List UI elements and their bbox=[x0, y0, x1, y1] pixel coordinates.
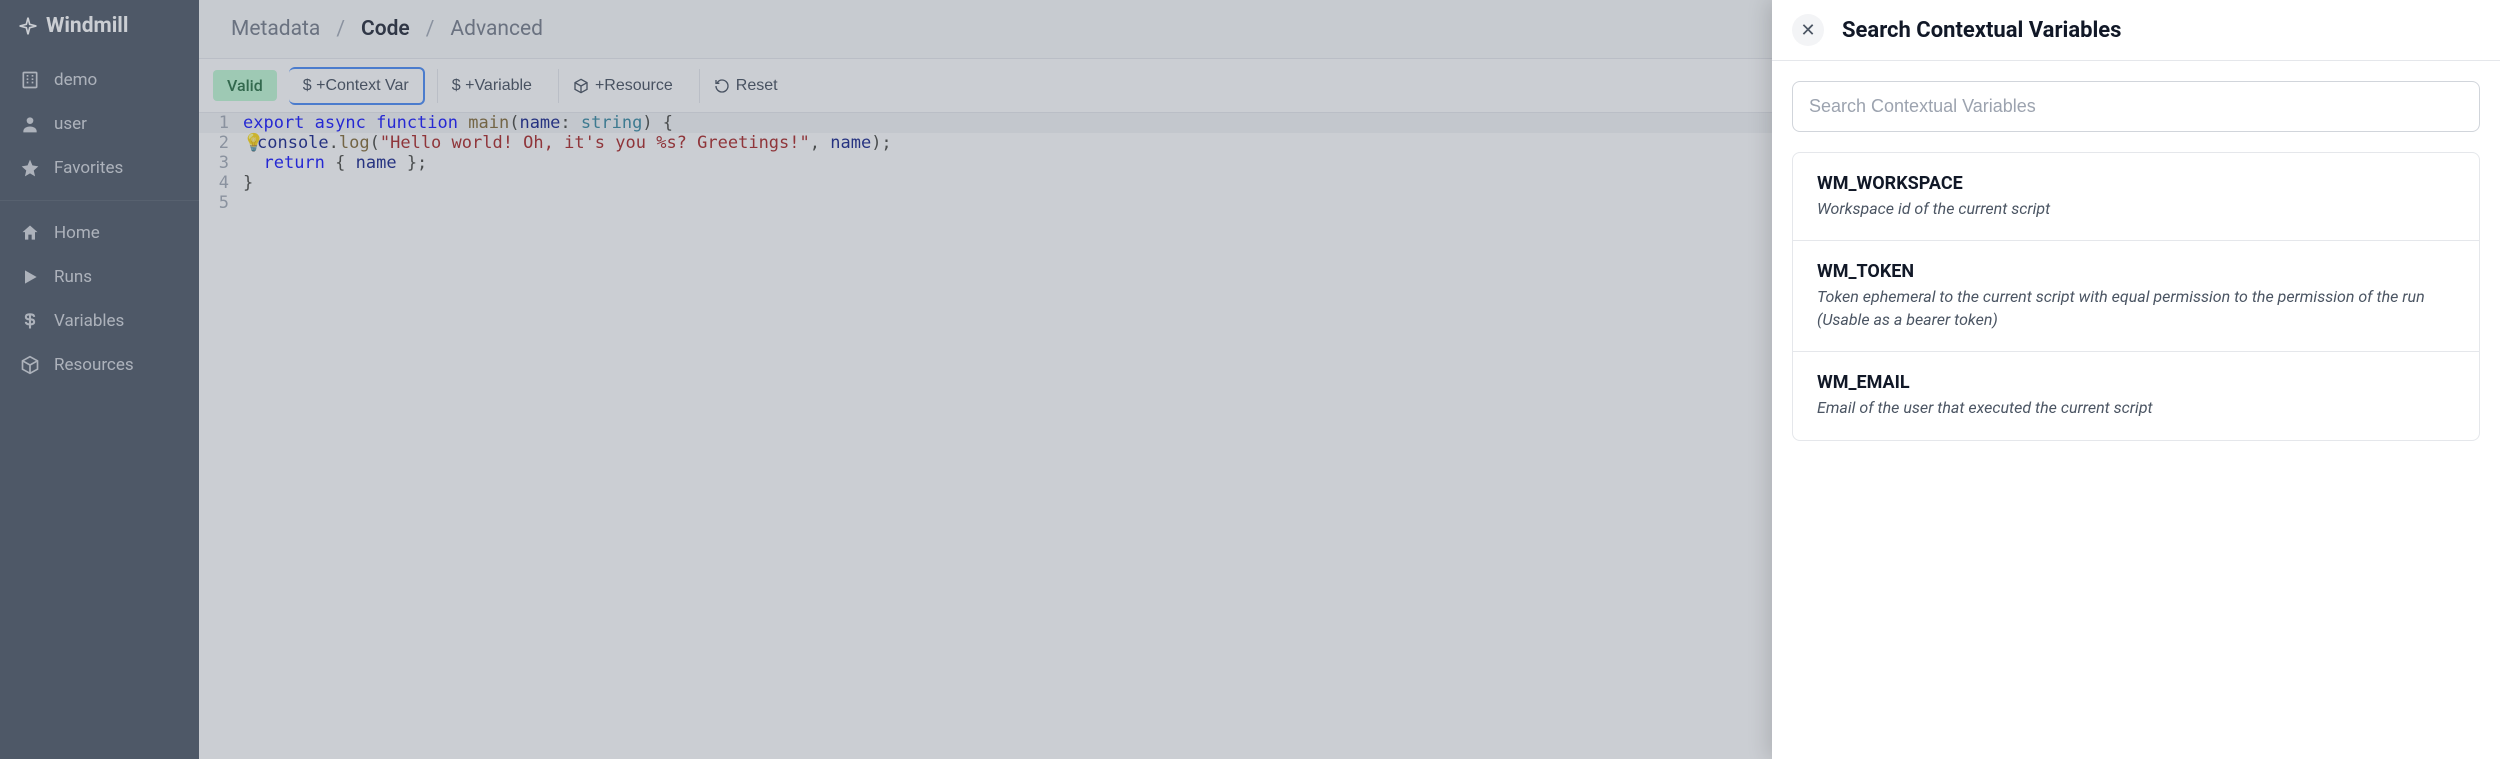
result-item[interactable]: WM_EMAIL Email of the user that executed … bbox=[1793, 352, 2479, 439]
result-name: WM_EMAIL bbox=[1817, 372, 2455, 393]
search-input[interactable] bbox=[1792, 81, 2480, 132]
close-icon: ✕ bbox=[1800, 20, 1815, 41]
result-desc: Email of the user that executed the curr… bbox=[1817, 397, 2455, 419]
result-desc: Token ephemeral to the current script wi… bbox=[1817, 286, 2455, 331]
result-item[interactable]: WM_WORKSPACE Workspace id of the current … bbox=[1793, 153, 2479, 241]
context-var-modal: ✕ Search Contextual Variables WM_WORKSPA… bbox=[1772, 0, 2500, 759]
modal-header: ✕ Search Contextual Variables bbox=[1772, 0, 2500, 61]
modal-title: Search Contextual Variables bbox=[1842, 18, 2121, 43]
modal-body: WM_WORKSPACE Workspace id of the current … bbox=[1772, 61, 2500, 461]
result-item[interactable]: WM_TOKEN Token ephemeral to the current s… bbox=[1793, 241, 2479, 352]
close-button[interactable]: ✕ bbox=[1792, 14, 1824, 46]
results-list: WM_WORKSPACE Workspace id of the current … bbox=[1792, 152, 2480, 441]
result-name: WM_WORKSPACE bbox=[1817, 173, 2455, 194]
result-desc: Workspace id of the current script bbox=[1817, 198, 2455, 220]
result-name: WM_TOKEN bbox=[1817, 261, 2455, 282]
